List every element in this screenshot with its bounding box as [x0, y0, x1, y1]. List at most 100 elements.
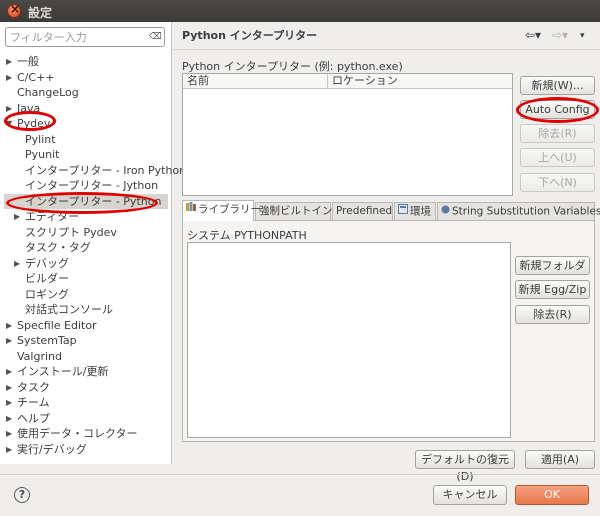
tree-item[interactable]: ▶ SystemTap — [0, 333, 172, 349]
tree-item[interactable]: ▶ 実行/デバッグ — [0, 442, 172, 458]
ok-button[interactable]: OK — [515, 485, 589, 505]
interpreters-label: Python インタープリター (例: python.exe) — [182, 60, 403, 73]
pythonpath-list[interactable] — [187, 242, 511, 438]
tab-predefined[interactable]: Predefined — [332, 202, 393, 220]
tree-item-label: インタープリター - Python — [25, 194, 162, 208]
collapsed-arrow-icon[interactable]: ▶ — [14, 256, 20, 272]
interpreters-table[interactable]: 名前 ロケーション — [182, 73, 513, 196]
tree-item-label: タスク — [17, 380, 50, 394]
tab-libraries[interactable]: ライブラリー — [182, 200, 261, 221]
preference-page: Python インタープリター ⇦▾ ⇨▾ ▾ Python インタープリター … — [173, 22, 600, 483]
tree-item-label: ヘルプ — [17, 411, 50, 425]
tree-item[interactable]: ▶ デバッグ — [0, 256, 172, 272]
tree-item[interactable]: ▶ チーム — [0, 395, 172, 411]
new-folder-button[interactable]: 新規フォルダー — [515, 256, 590, 289]
environment-icon — [398, 203, 408, 220]
library-icon — [186, 201, 196, 218]
tree-item[interactable]: インタープリター - Iron Python — [0, 163, 186, 179]
tree-item-label: C/C++ — [17, 70, 55, 84]
filter-input[interactable] — [6, 28, 142, 46]
tree-item[interactable]: タスク・タグ — [0, 240, 172, 256]
tree-item-label: Pyunit — [25, 148, 60, 161]
page-title: Python インタープリター — [182, 29, 318, 42]
collapsed-arrow-icon[interactable]: ▶ — [6, 380, 12, 396]
tree-item[interactable]: Pylint — [0, 132, 172, 148]
tree-item[interactable]: スクリプト Pydev — [0, 225, 172, 241]
tree-item-label: ChangeLog — [17, 86, 79, 99]
collapsed-arrow-icon[interactable]: ▶ — [6, 101, 12, 117]
tree-item-label: スクリプト Pydev — [25, 225, 117, 239]
help-icon[interactable]: ? — [14, 487, 30, 503]
tree-item[interactable]: ▼ Pydev — [0, 116, 172, 132]
window-title: 設定 — [28, 6, 53, 20]
tree-item[interactable]: 対話式コンソール — [0, 302, 172, 318]
move-down-button[interactable]: 下へ(N) — [520, 173, 595, 192]
tree-item[interactable]: ▶ Specfile Editor — [0, 318, 172, 334]
collapsed-arrow-icon[interactable]: ▶ — [6, 364, 12, 380]
move-up-button[interactable]: 上へ(U) — [520, 148, 595, 167]
tree-item-label: インストール/更新 — [17, 365, 109, 378]
tree-item[interactable]: ▶ 使用データ・コレクター — [0, 426, 172, 442]
tab-label: ライブラリー — [198, 203, 261, 216]
clear-filter-icon[interactable]: ⌫ — [149, 31, 162, 43]
remove-path-button[interactable]: 除去(R) — [515, 305, 590, 324]
collapsed-arrow-icon[interactable]: ▶ — [6, 395, 12, 411]
tree-item-label: SystemTap — [17, 334, 77, 347]
collapsed-arrow-icon[interactable]: ▶ — [6, 333, 12, 349]
variables-icon — [441, 203, 450, 220]
tree-item[interactable]: インタープリター - Jython — [0, 178, 172, 194]
apply-button[interactable]: 適用(A) — [525, 450, 595, 469]
tree-item-label: Specfile Editor — [17, 318, 97, 332]
tree-item[interactable]: ▶ C/C++ — [0, 70, 172, 86]
close-window-button[interactable] — [7, 2, 21, 18]
filter-box: ⌫ — [5, 27, 165, 47]
collapsed-arrow-icon[interactable]: ▶ — [6, 442, 12, 458]
collapsed-arrow-icon[interactable]: ▶ — [6, 54, 12, 70]
cancel-button[interactable]: キャンセル — [433, 485, 507, 505]
collapsed-arrow-icon[interactable]: ▶ — [14, 209, 20, 225]
title-bar: 設定 — [0, 0, 600, 22]
auto-config-button[interactable]: Auto Config — [520, 100, 595, 119]
tree-item-label: 対話式コンソール — [25, 303, 113, 316]
collapsed-arrow-icon[interactable]: ▶ — [6, 70, 12, 86]
collapsed-arrow-icon[interactable]: ▶ — [6, 318, 12, 334]
expanded-arrow-icon[interactable]: ▼ — [6, 116, 12, 132]
new-egg-zip-button[interactable]: 新規 Egg/Zip — [515, 280, 590, 299]
column-header-location[interactable]: ロケーション — [328, 74, 512, 89]
preferences-tree: ▶ 一般 ▶ C/C++ ChangeLog ▶ Java ▼ Pydev Pylint Pyuni… — [0, 54, 186, 458]
tree-item[interactable]: Pyunit — [0, 147, 172, 163]
tree-item[interactable]: ChangeLog — [0, 85, 172, 101]
tab-forced-builtins[interactable]: 強制ビルトイン — [255, 202, 333, 220]
tree-item[interactable]: ▶ Java — [0, 101, 172, 117]
tree-item[interactable]: Valgrind — [0, 349, 172, 365]
tree-item[interactable]: ▶ エディター — [0, 209, 172, 225]
table-header: 名前 ロケーション — [183, 74, 512, 89]
forward-arrow-icon[interactable]: ⇨▾ — [552, 28, 568, 42]
tree-item[interactable]: ▶ インストール/更新 — [0, 364, 172, 380]
tree-item-label: エディター — [25, 210, 80, 223]
footer-separator — [0, 474, 600, 475]
preferences-sidebar: ⌫ ▶ 一般 ▶ C/C++ ChangeLog ▶ Java ▼ Pydev Pylint Pyu… — [0, 22, 186, 464]
tree-item-label: タスク・タグ — [25, 241, 91, 254]
collapsed-arrow-icon[interactable]: ▶ — [6, 426, 12, 442]
tree-item[interactable]: ▶ タスク — [0, 380, 172, 396]
system-pythonpath-label: システム PYTHONPATH — [187, 229, 307, 242]
tree-item-label: Pydev — [17, 117, 51, 130]
tree-item[interactable]: ▶ 一般 — [0, 54, 172, 70]
new-interpreter-button[interactable]: 新規(W)... — [520, 76, 595, 95]
tab-environment[interactable]: 環境 — [394, 202, 436, 220]
tree-item[interactable]: ビルダー — [0, 271, 172, 287]
tree-item[interactable]: ▶ ヘルプ — [0, 411, 172, 427]
collapsed-arrow-icon[interactable]: ▶ — [6, 411, 12, 427]
tree-item[interactable]: インタープリター - Python — [4, 193, 168, 209]
tree-item[interactable]: ロギング — [0, 287, 172, 303]
remove-interpreter-button[interactable]: 除去(R) — [520, 124, 595, 143]
back-arrow-icon[interactable]: ⇦▾ — [525, 28, 541, 42]
restore-defaults-button[interactable]: デフォルトの復元(D) — [415, 450, 515, 483]
column-header-name[interactable]: 名前 — [183, 74, 328, 89]
view-menu-icon[interactable]: ▾ — [580, 31, 585, 41]
tab-string-substitution[interactable]: String Substitution Variables — [437, 202, 600, 220]
tree-item-label: Pylint — [25, 132, 56, 146]
tree-item-label: デバッグ — [25, 256, 69, 270]
tab-label: String Substitution Variables — [452, 205, 600, 218]
